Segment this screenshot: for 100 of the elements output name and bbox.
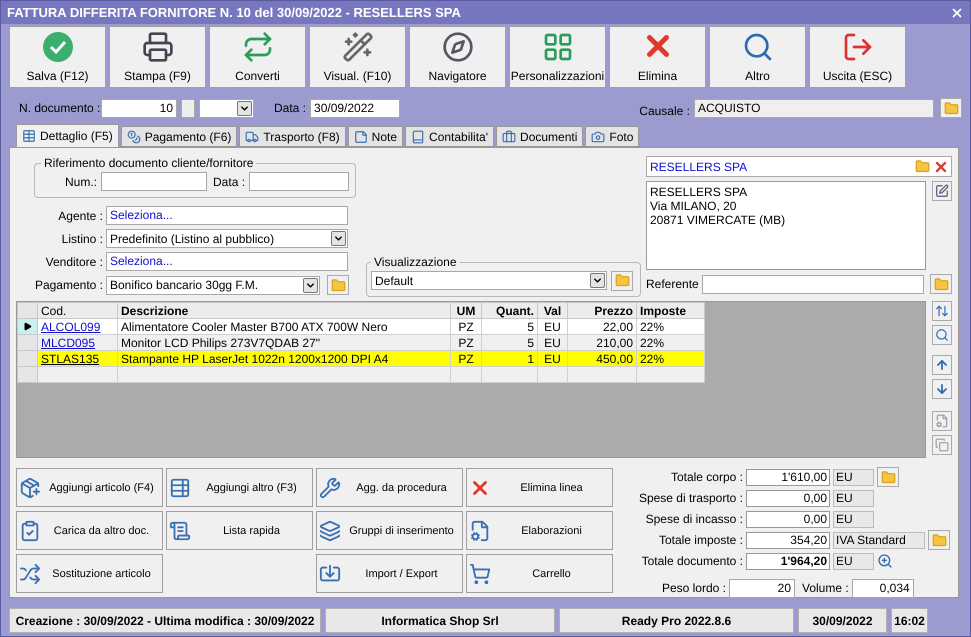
tab[interactable]: Trasporto (F8) [239, 126, 346, 147]
action-button[interactable]: Carica da altro doc. [16, 511, 163, 550]
toolbar-button[interactable]: Visual. (F10) [309, 26, 406, 88]
table-cell: EU [538, 318, 568, 334]
column-header: UM [450, 302, 482, 318]
move-up-button[interactable] [932, 355, 952, 375]
folder-icon [915, 159, 930, 174]
folder-button[interactable] [877, 467, 899, 487]
toolbar-button[interactable]: Altro [709, 26, 806, 88]
cart-icon [469, 562, 491, 584]
table-cell [538, 366, 568, 382]
folder-icon [330, 278, 346, 292]
tab[interactable]: Contabilita' [405, 126, 494, 147]
supplier-field[interactable]: RESELLERS SPA [646, 156, 952, 177]
column-header: Descrizione [118, 302, 450, 318]
weight-field[interactable]: 20 [729, 578, 795, 598]
table-cell [450, 366, 482, 382]
copy-button[interactable] [932, 435, 952, 455]
toolbar-button[interactable]: Navigatore [409, 26, 506, 88]
folder-button[interactable] [928, 530, 950, 550]
table-cell: 5 [482, 334, 538, 350]
zoom-icon[interactable] [877, 553, 893, 569]
scroll-icon [169, 520, 191, 542]
number-field[interactable]: 10 [101, 98, 177, 118]
tab[interactable]: Pagamento (F6) [120, 126, 238, 147]
toolbar-button[interactable]: Uscita (ESC) [809, 26, 906, 88]
folder-button[interactable] [611, 270, 633, 290]
folder-icon [944, 100, 958, 116]
action-button[interactable]: Sostituzione articolo [16, 554, 163, 593]
table-cell: PZ [450, 334, 482, 350]
toolbar-button[interactable]: Salva (F12) [9, 26, 106, 88]
table-cell: PZ [450, 350, 482, 366]
total-label: Totale imposte : [658, 533, 743, 547]
dropdown-icon [237, 100, 252, 116]
folder-button[interactable] [940, 98, 962, 118]
tab[interactable]: Foto [585, 126, 640, 147]
action-button[interactable]: Import / Export [316, 554, 463, 593]
search-button[interactable] [932, 325, 952, 345]
action-button[interactable]: Elimina linea [466, 468, 613, 507]
select-field[interactable]: Seleziona... [106, 252, 348, 271]
dropdown[interactable]: Default [371, 271, 607, 290]
contact-field[interactable] [702, 274, 924, 294]
action-button[interactable]: Lista rapida [166, 511, 313, 550]
window-title: FATTURA DIFFERITA FORNITORE N. 10 del 30/09/2022 - RESELLERS SPA [7, 5, 461, 20]
causale-field[interactable]: ACQUISTO [694, 98, 934, 118]
address-box[interactable]: RESELLERS SPA Via MILANO, 20 20871 VIMERCATE (MB) [646, 181, 926, 270]
select-field[interactable]: Seleziona... [106, 206, 348, 225]
volume-field[interactable]: 0,034 [852, 578, 914, 598]
action-button[interactable]: Gruppi di inserimento [316, 511, 463, 550]
action-button[interactable]: Elaborazioni [466, 511, 613, 550]
column-header: Val [538, 302, 568, 318]
tab[interactable]: Dettaglio (F5) [16, 124, 119, 147]
import-icon [319, 562, 341, 584]
tab[interactable]: Note [348, 126, 404, 147]
row-indicator[interactable] [18, 318, 38, 334]
file-gear-button[interactable] [932, 411, 952, 431]
status-cell: Ready Pro 2022.8.6 [559, 608, 794, 633]
folder-button[interactable] [327, 275, 349, 295]
dropdown-icon [331, 231, 346, 246]
wand-icon [342, 31, 374, 63]
table-cell [568, 366, 636, 382]
compass-icon [442, 31, 474, 63]
convert-icon [242, 31, 274, 63]
action-button[interactable]: Carrello [466, 554, 613, 593]
dropdown[interactable]: Predefinito (Listino al pubblico) [106, 229, 348, 248]
date-field[interactable] [249, 172, 350, 191]
suffix-field[interactable] [181, 98, 195, 118]
status-cell: 30/09/2022 [798, 608, 887, 633]
resize-button[interactable] [932, 301, 952, 321]
column-header: Quant. [482, 302, 538, 318]
table-cell: STLAS135 [38, 350, 118, 366]
wrench-icon [319, 476, 341, 498]
folder-button[interactable] [930, 274, 952, 294]
field-label: N. documento : [19, 101, 97, 115]
num-field[interactable] [101, 172, 208, 191]
group-title: Riferimento documento cliente/fornitore [43, 156, 254, 170]
edit-button[interactable] [932, 181, 952, 201]
close-icon[interactable] [950, 6, 964, 20]
action-button[interactable]: Aggiungi articolo (F4) [16, 468, 163, 507]
address-line: Via MILANO, 20 [650, 199, 738, 213]
date-field[interactable]: 30/09/2022 [310, 98, 400, 118]
folder-icon [934, 276, 949, 292]
action-button[interactable]: Agg. da procedura [316, 468, 463, 507]
toolbar-button[interactable]: Personalizzazioni [509, 26, 606, 88]
dropdown[interactable]: Bonifico bancario 30gg F.M. [106, 276, 320, 294]
toolbar-button[interactable]: Converti [209, 26, 306, 88]
unit-field: EU [833, 468, 874, 486]
toolbar-button[interactable]: Stampa (F9) [109, 26, 206, 88]
toolbar-button[interactable]: Elimina [609, 26, 706, 88]
group-title: Visualizzazione [373, 255, 458, 269]
table-icon [169, 476, 191, 498]
field-label: Data : [274, 101, 306, 115]
search-icon [742, 31, 774, 63]
tab[interactable]: Documenti [496, 126, 584, 147]
unit-field: IVA Standard [833, 532, 925, 548]
move-down-button[interactable] [932, 379, 952, 399]
action-button[interactable]: Aggiungi altro (F3) [166, 468, 313, 507]
series-dropdown[interactable] [199, 98, 254, 118]
table-cell [636, 366, 704, 382]
field-label: Data : [213, 174, 246, 188]
